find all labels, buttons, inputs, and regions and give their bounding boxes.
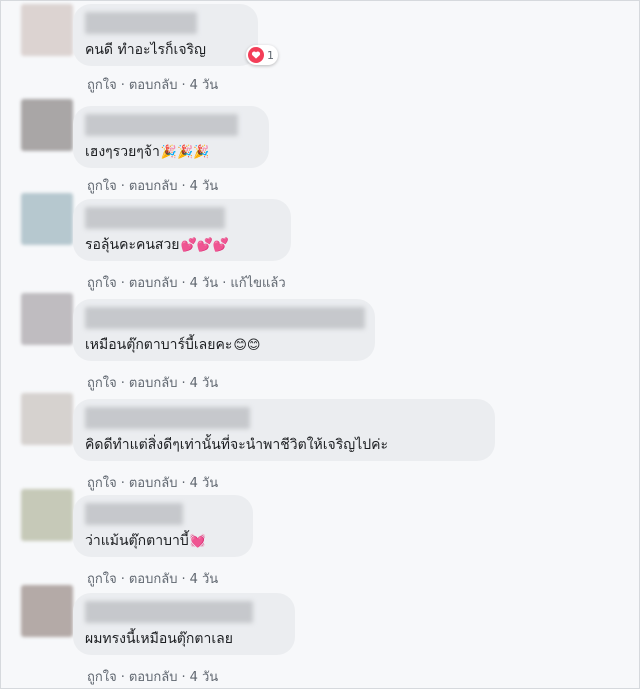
comment-text: รอลุ้นคะคนสวย💕💕💕 bbox=[85, 237, 230, 253]
reply-button[interactable]: ตอบกลับ bbox=[129, 670, 178, 685]
timestamp[interactable]: 4 วัน bbox=[190, 179, 219, 194]
reply-button[interactable]: ตอบกลับ bbox=[129, 179, 178, 194]
comment-bubble: รอลุ้นคะคนสวย💕💕💕 bbox=[73, 199, 291, 261]
timestamp[interactable]: 4 วัน bbox=[190, 276, 219, 291]
comment-bubble: คิดดีทำแต่สิ่งดีๆเท่านั้นที่จะนำพาชีวิตใ… bbox=[73, 399, 495, 461]
separator: · bbox=[120, 572, 125, 587]
separator: · bbox=[181, 276, 186, 291]
reply-button[interactable]: ตอบกลับ bbox=[129, 276, 178, 291]
comment-bubble: ว่าแม้นตุ๊กตาบาบี้💓 bbox=[73, 495, 253, 557]
heart-emoji: 💓 bbox=[189, 534, 206, 549]
comment-actions: ถูกใจ · ตอบกลับ · 4 วัน bbox=[87, 372, 218, 393]
like-button[interactable]: ถูกใจ bbox=[87, 376, 117, 391]
comment-section: คนดี ทำอะไรก็เจริญ 1 ถูกใจ · ตอบกลับ · 4 วัน… bbox=[0, 0, 640, 689]
comment-actions: ถูกใจ · ตอบกลับ · 4 วัน · แก้ไขแล้ว bbox=[87, 272, 286, 293]
author-name[interactable] bbox=[85, 407, 250, 429]
like-button[interactable]: ถูกใจ bbox=[87, 670, 117, 685]
reply-button[interactable]: ตอบกลับ bbox=[129, 376, 178, 391]
author-name[interactable] bbox=[85, 601, 253, 623]
separator: · bbox=[120, 376, 125, 391]
reply-button[interactable]: ตอบกลับ bbox=[129, 572, 178, 587]
separator: · bbox=[181, 476, 186, 491]
reply-button[interactable]: ตอบกลับ bbox=[129, 476, 178, 491]
comment-actions: ถูกใจ · ตอบกลับ · 4 วัน bbox=[87, 74, 218, 95]
two-hearts-emoji: 💕💕💕 bbox=[180, 238, 230, 253]
avatar[interactable] bbox=[21, 99, 73, 151]
comment-text: ว่าแม้นตุ๊กตาบาบี้💓 bbox=[85, 533, 206, 549]
author-name[interactable] bbox=[85, 307, 365, 329]
reply-button[interactable]: ตอบกลับ bbox=[129, 78, 178, 93]
comment-bubble: ผมทรงนี้เหมือนตุ๊กตาเลย bbox=[73, 593, 295, 655]
separator: · bbox=[181, 179, 186, 194]
separator: · bbox=[222, 276, 227, 291]
separator: · bbox=[181, 572, 186, 587]
timestamp[interactable]: 4 วัน bbox=[190, 476, 219, 491]
avatar[interactable] bbox=[21, 585, 73, 637]
author-name[interactable] bbox=[85, 12, 197, 34]
comment-text: เหมือนตุ๊กตาบาร์บี้เลยคะ😊😊 bbox=[85, 337, 261, 353]
author-name[interactable] bbox=[85, 114, 238, 136]
avatar[interactable] bbox=[21, 293, 73, 345]
like-button[interactable]: ถูกใจ bbox=[87, 179, 117, 194]
separator: · bbox=[181, 78, 186, 93]
like-button[interactable]: ถูกใจ bbox=[87, 78, 117, 93]
separator: · bbox=[181, 376, 186, 391]
comment-text: เฮงๆรวยๆจ้า🎉🎉🎉 bbox=[85, 144, 210, 160]
separator: · bbox=[120, 78, 125, 93]
author-name[interactable] bbox=[85, 207, 225, 229]
party-popper-emoji: 🎉🎉🎉 bbox=[160, 145, 210, 160]
avatar[interactable] bbox=[21, 4, 73, 56]
comment-bubble: เหมือนตุ๊กตาบาร์บี้เลยคะ😊😊 bbox=[73, 299, 375, 361]
edited-label: แก้ไขแล้ว bbox=[230, 276, 286, 291]
timestamp[interactable]: 4 วัน bbox=[190, 376, 219, 391]
timestamp[interactable]: 4 วัน bbox=[190, 572, 219, 587]
separator: · bbox=[120, 276, 125, 291]
separator: · bbox=[120, 476, 125, 491]
timestamp[interactable]: 4 วัน bbox=[190, 670, 219, 685]
comment-bubble: เฮงๆรวยๆจ้า🎉🎉🎉 bbox=[73, 106, 269, 168]
timestamp[interactable]: 4 วัน bbox=[190, 78, 219, 93]
like-button[interactable]: ถูกใจ bbox=[87, 276, 117, 291]
reaction-count[interactable]: 1 bbox=[246, 45, 278, 65]
author-name[interactable] bbox=[85, 503, 183, 525]
avatar[interactable] bbox=[21, 393, 73, 445]
separator: · bbox=[120, 179, 125, 194]
avatar[interactable] bbox=[21, 489, 73, 541]
comment-actions: ถูกใจ · ตอบกลับ · 4 วัน bbox=[87, 666, 218, 687]
smiling-face-emoji: 😊😊 bbox=[233, 338, 261, 353]
comment-text: คิดดีทำแต่สิ่งดีๆเท่านั้นที่จะนำพาชีวิตใ… bbox=[85, 437, 389, 453]
like-button[interactable]: ถูกใจ bbox=[87, 572, 117, 587]
comment-text: คนดี ทำอะไรก็เจริญ bbox=[85, 42, 206, 58]
comment-actions: ถูกใจ · ตอบกลับ · 4 วัน bbox=[87, 472, 218, 493]
comment-actions: ถูกใจ · ตอบกลับ · 4 วัน bbox=[87, 568, 218, 589]
avatar[interactable] bbox=[21, 193, 73, 245]
like-button[interactable]: ถูกใจ bbox=[87, 476, 117, 491]
love-reaction-icon bbox=[248, 47, 264, 63]
comment-actions: ถูกใจ · ตอบกลับ · 4 วัน bbox=[87, 175, 218, 196]
separator: · bbox=[181, 670, 186, 685]
comment-text: ผมทรงนี้เหมือนตุ๊กตาเลย bbox=[85, 631, 233, 647]
comment-bubble: คนดี ทำอะไรก็เจริญ bbox=[73, 4, 258, 66]
separator: · bbox=[120, 670, 125, 685]
